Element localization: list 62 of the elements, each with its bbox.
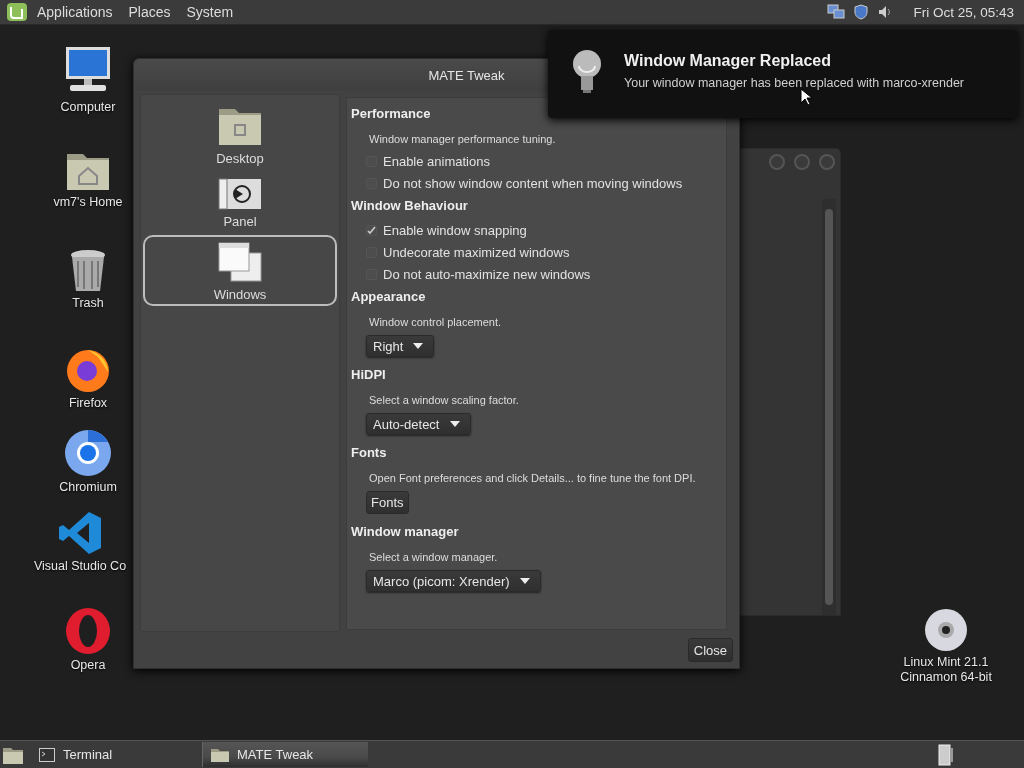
icon-label[interactable]: vm7's Home	[53, 195, 123, 210]
windows-icon	[217, 241, 263, 283]
network-icon	[827, 4, 846, 20]
folder-icon	[211, 747, 229, 762]
dropdown[interactable]: Marco (picom: Xrender)	[366, 570, 541, 592]
shield-icon	[853, 4, 870, 20]
caret-icon	[413, 343, 424, 349]
section-title: Performance	[351, 106, 432, 121]
caret-icon	[519, 578, 530, 584]
checkbox[interactable]	[366, 224, 377, 236]
notification-body: Your window manager has been replaced with marco-xrender	[624, 76, 964, 90]
scrollbar[interactable]	[822, 199, 836, 615]
icon-label[interactable]: Linux Mint 21.1 Cinnamon 64-bit	[885, 655, 1007, 685]
section-title: Appearance	[351, 289, 427, 304]
icon-label[interactable]: Chromium	[59, 480, 117, 495]
section-title: Fonts	[351, 445, 388, 460]
checkbox-label[interactable]: Do not auto-maximize new windows	[383, 266, 591, 282]
cursor-icon	[800, 88, 812, 106]
description-text: Select a window manager.	[369, 551, 499, 563]
window-title: MATE Tweak	[427, 67, 505, 83]
sidebar-item[interactable]: Windows	[143, 235, 337, 306]
icon-label[interactable]: Visual Studio Co	[33, 559, 127, 574]
dropdown[interactable]: Right	[366, 335, 435, 357]
panel-icon	[218, 178, 262, 210]
icon-label[interactable]: Trash	[72, 296, 104, 311]
checkbox-label[interactable]: Do not show window content when moving windows	[383, 175, 683, 191]
dropdown[interactable]: Auto-detect	[366, 413, 471, 435]
description-text: Window manager performance tuning.	[369, 133, 557, 145]
mint-logo-icon	[6, 2, 28, 22]
icon-label[interactable]: Computer	[60, 100, 116, 115]
close-button[interactable]: Close	[687, 638, 733, 662]
terminal-icon	[39, 747, 55, 762]
menu-item[interactable]: Places	[121, 4, 178, 20]
menu-item[interactable]: System	[179, 4, 241, 20]
sidebar-item[interactable]: Desktop	[143, 99, 337, 170]
fonts-button[interactable]: Fonts	[366, 491, 409, 514]
trash-icon	[68, 249, 108, 293]
checkbox-label[interactable]: Enable animations	[383, 153, 490, 169]
code-editor-icon	[57, 510, 103, 556]
menu-item[interactable]: Applications	[30, 4, 120, 20]
clock[interactable]: Fri Oct 25, 05:43	[913, 4, 1014, 20]
document-icon	[938, 743, 954, 766]
icon-label[interactable]: Firefox	[68, 396, 108, 411]
opera-icon	[64, 607, 112, 655]
caret-icon	[449, 421, 460, 427]
sidebar-item[interactable]: Panel	[143, 172, 337, 233]
description-text: Open Font preferences and click Details... to fine tune the font DPI.	[369, 472, 697, 484]
section-title: HiDPI	[351, 367, 387, 382]
window-buttons-icon	[768, 153, 836, 171]
taskbar-button[interactable]: Terminal	[30, 742, 196, 767]
description-text: Window control placement.	[369, 316, 503, 328]
notification-title: Window Manager Replaced	[624, 52, 832, 70]
checkbox-label[interactable]: Undecorate maximized windows	[383, 244, 570, 260]
chromium-icon	[64, 429, 112, 477]
checkbox-label[interactable]: Enable window snapping	[383, 222, 527, 238]
section-title: Window manager	[351, 524, 460, 539]
disc-icon	[924, 608, 968, 652]
section-title: Window Behaviour	[351, 198, 469, 213]
taskbar-button[interactable]: MATE Tweak	[202, 742, 368, 767]
description-text: Select a window scaling factor.	[369, 394, 520, 406]
icon-label[interactable]: Opera	[70, 658, 106, 673]
lightbulb-icon	[570, 48, 604, 94]
